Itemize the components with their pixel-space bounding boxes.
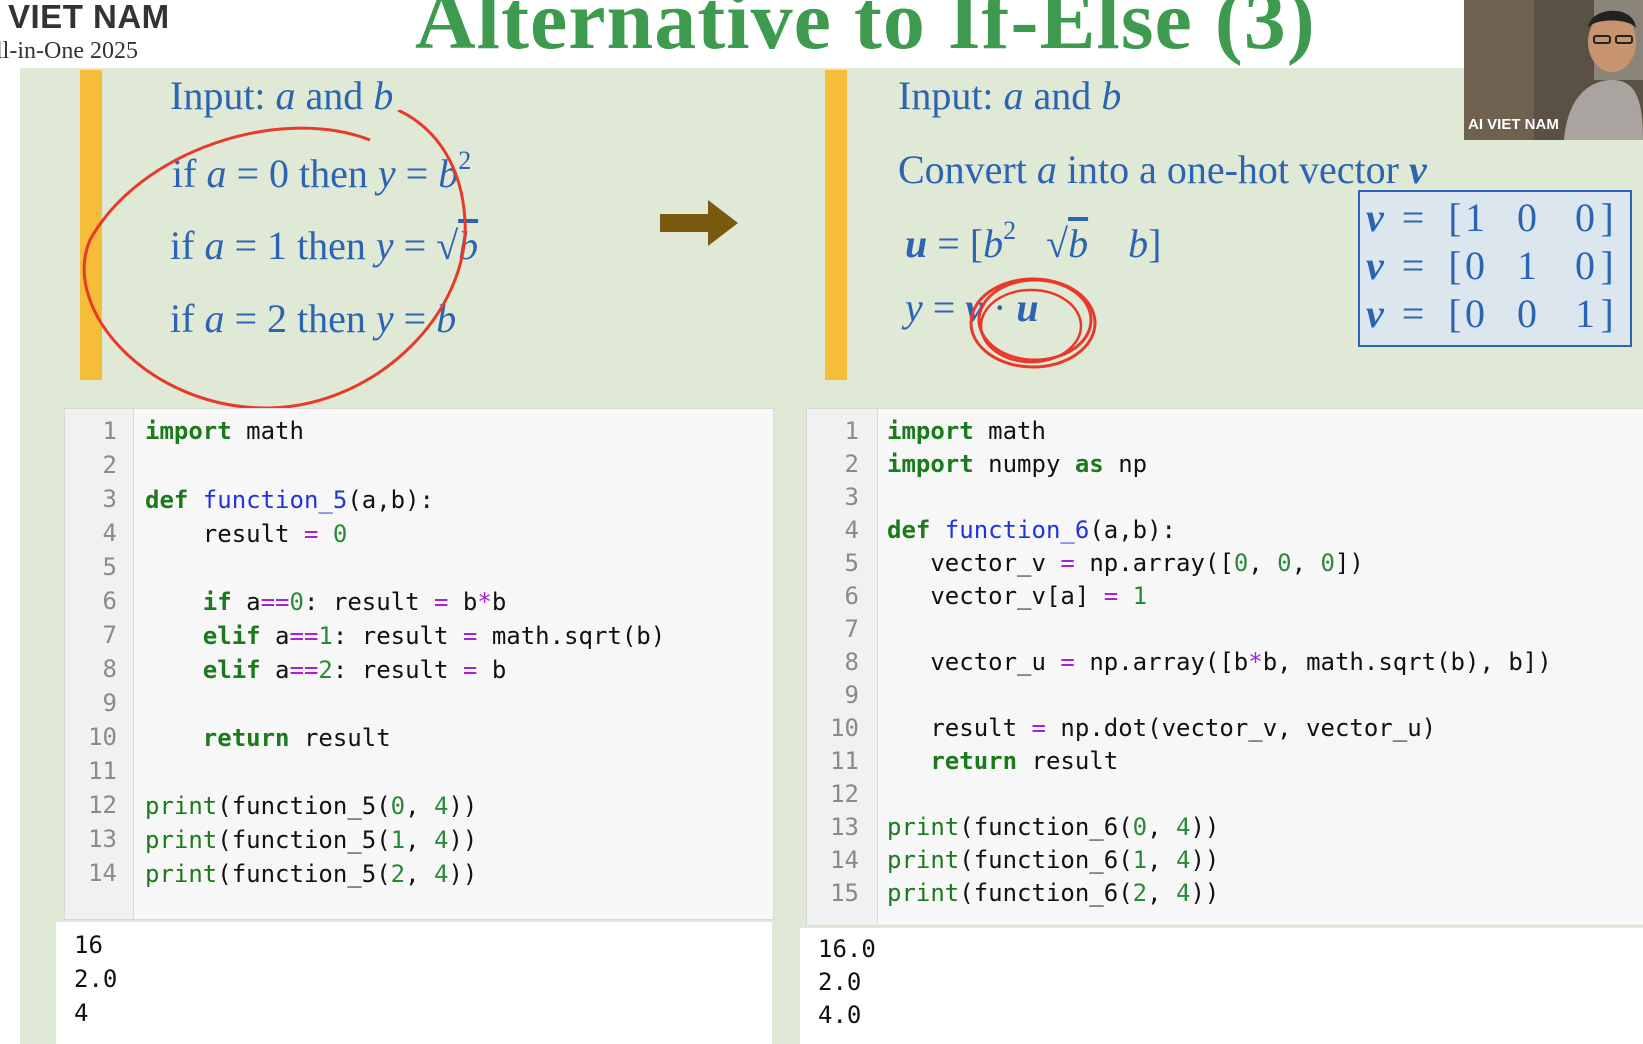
line-number: 8: [102, 655, 117, 683]
line-number: 6: [102, 587, 117, 615]
annotation-circle-left: [82, 110, 467, 410]
line-number: 15: [830, 879, 859, 907]
line-number: 14: [830, 846, 859, 874]
line-number: 12: [830, 780, 859, 808]
convert-line: Convert a into a one-hot vector v: [898, 147, 1427, 192]
line-number: 7: [844, 615, 859, 643]
line-number: 10: [830, 714, 859, 742]
line-number: 11: [830, 747, 859, 775]
line-number: 1: [844, 417, 859, 445]
right-code-cell[interactable]: 1 2 3 4 5 6 7 8 9 10 11 12 13 14 15 import math import…: [806, 408, 1643, 926]
line-number: 12: [88, 791, 117, 819]
output-line: 4: [74, 999, 89, 1027]
u-vector-line: u = [b2 √b b]: [905, 216, 1162, 266]
left-code-cell[interactable]: 1 2 3 4 5 6 7 8 9 10 11 12 13 14 import math def func…: [64, 408, 774, 920]
right-arrow-icon: [660, 200, 738, 246]
right-accent-bar: [825, 70, 847, 380]
line-number: 2: [102, 451, 117, 479]
onehot-row: v = [ 0 1 0 ]: [1366, 243, 1614, 288]
annotation-circle-right: [969, 277, 1097, 369]
onehot-row: v = [ 1 0 0 ]: [1366, 195, 1614, 240]
line-number: 9: [844, 681, 859, 709]
line-number: 10: [88, 723, 117, 751]
line-number: 11: [88, 757, 117, 785]
output-line: 4.0: [818, 1001, 862, 1029]
line-number: 8: [844, 648, 859, 676]
output-line: 16.0: [818, 935, 876, 963]
output-line: 2.0: [818, 968, 862, 996]
webcam-label: AI VIET NAM: [1468, 116, 1559, 133]
line-number: 3: [844, 483, 859, 511]
onehot-row: v = [ 0 0 1 ]: [1366, 291, 1614, 336]
brand-subtitle: ll-in-One 2025: [0, 38, 138, 64]
line-number: 4: [102, 519, 117, 547]
line-number: 2: [844, 450, 859, 478]
line-number: 5: [844, 549, 859, 577]
output-line: 2.0: [74, 965, 118, 993]
onehot-vectors-box: v = [ 1 0 0 ] v = [ 0 1 0 ] v = [ 0 0 1 …: [1358, 190, 1632, 347]
line-number: 7: [102, 621, 117, 649]
line-number: 13: [88, 825, 117, 853]
line-number: 3: [102, 485, 117, 513]
line-number: 14: [88, 859, 117, 887]
line-number: 1: [102, 417, 117, 445]
line-number: 13: [830, 813, 859, 841]
brand-name: VIET NAM: [8, 0, 170, 35]
line-number: 5: [102, 553, 117, 581]
line-number: 6: [844, 582, 859, 610]
right-input-line: Input: a and b: [898, 73, 1122, 118]
left-output-area: 16 2.0 4: [56, 922, 772, 1044]
slide-title: Alternative to If-Else (3): [415, 0, 1316, 67]
right-output-area: 16.0 2.0 4.0: [800, 928, 1643, 1044]
line-number: 9: [102, 689, 117, 717]
output-line: 16: [74, 931, 103, 959]
line-number: 4: [844, 516, 859, 544]
